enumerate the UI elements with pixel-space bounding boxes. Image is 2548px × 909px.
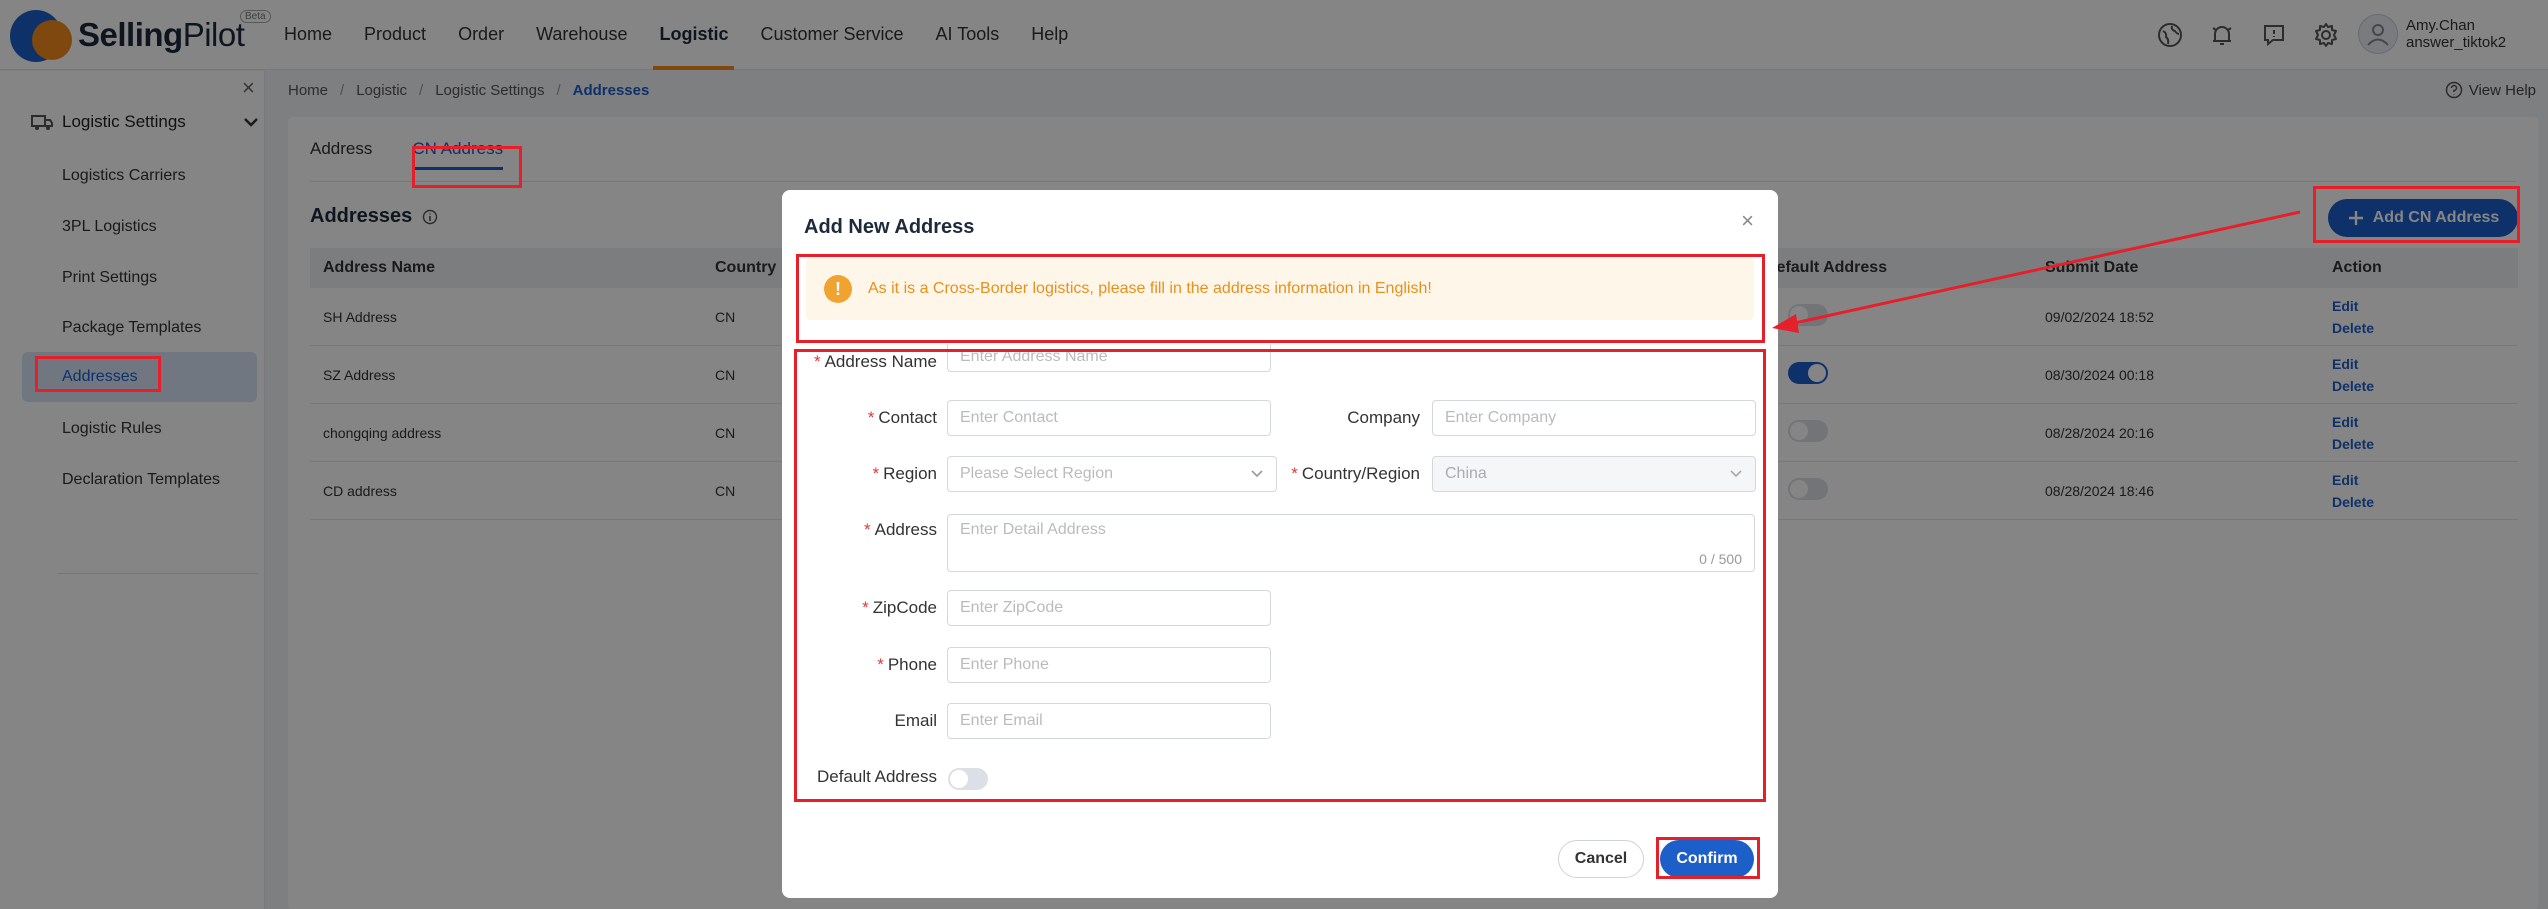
annotation-arrow bbox=[1772, 210, 2301, 333]
